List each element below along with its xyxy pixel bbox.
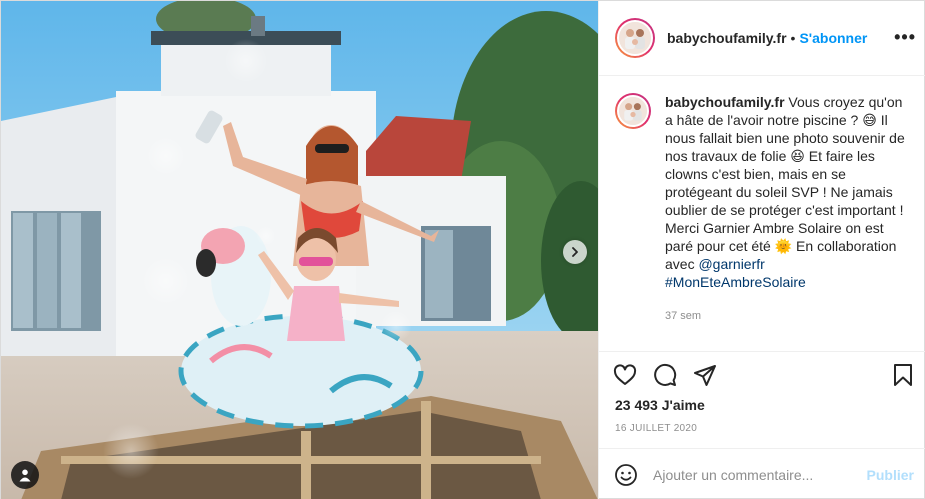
caption-text: Vous croyez qu'on a hâte de l'avoir notr… xyxy=(665,94,905,272)
caption-area: babychoufamily.fr Vous croyez qu'on a hâ… xyxy=(599,93,925,325)
comment-bar: Publier xyxy=(599,448,925,499)
like-button[interactable] xyxy=(611,361,639,389)
publish-button[interactable]: Publier xyxy=(867,467,914,483)
time-ago: 37 sem xyxy=(665,310,702,322)
post-dialog: babychoufamily.fr • S'abonner ••• babych… xyxy=(0,0,925,499)
caption-username[interactable]: babychoufamily.fr xyxy=(665,94,785,110)
caption-hashtag[interactable]: #MonEteAmbreSolaire xyxy=(665,274,806,290)
chevron-right-icon xyxy=(572,247,578,257)
comment-button[interactable] xyxy=(651,361,679,389)
family-photo-icon xyxy=(619,97,647,125)
likes-count[interactable]: 23 493 J'aime xyxy=(615,397,705,413)
divider xyxy=(599,351,925,352)
header-username[interactable]: babychoufamily.fr xyxy=(667,30,787,46)
emoji-button[interactable] xyxy=(613,462,639,488)
post-header: babychoufamily.fr • S'abonner ••• xyxy=(599,1,925,76)
next-photo-button[interactable] xyxy=(563,240,587,264)
paper-plane-icon xyxy=(694,365,716,386)
post-date: 16 JUILLET 2020 xyxy=(615,423,698,434)
more-options-button[interactable]: ••• xyxy=(894,28,916,46)
post-photo[interactable] xyxy=(1,1,598,499)
caption-mention[interactable]: @garnierfr xyxy=(698,256,764,272)
post-caption: babychoufamily.fr Vous croyez qu'on a hâ… xyxy=(665,93,909,325)
post-actions xyxy=(609,361,917,391)
post-side-panel: babychoufamily.fr • S'abonner ••• babych… xyxy=(598,1,925,499)
smiley-icon xyxy=(615,463,637,486)
heart-icon xyxy=(613,364,637,385)
comment-input[interactable] xyxy=(653,466,867,483)
header-separator: • xyxy=(790,30,796,46)
share-button[interactable] xyxy=(691,361,719,389)
family-photo-icon xyxy=(619,22,651,54)
photo-scene xyxy=(1,1,598,499)
tagged-users-button[interactable] xyxy=(11,461,39,489)
save-button[interactable] xyxy=(889,361,917,389)
user-tag-icon xyxy=(19,469,31,482)
avatar[interactable] xyxy=(615,18,655,58)
comment-icon xyxy=(654,364,677,386)
caption-avatar[interactable] xyxy=(615,93,651,129)
bookmark-icon xyxy=(894,364,912,386)
follow-button[interactable]: S'abonner xyxy=(799,30,867,46)
